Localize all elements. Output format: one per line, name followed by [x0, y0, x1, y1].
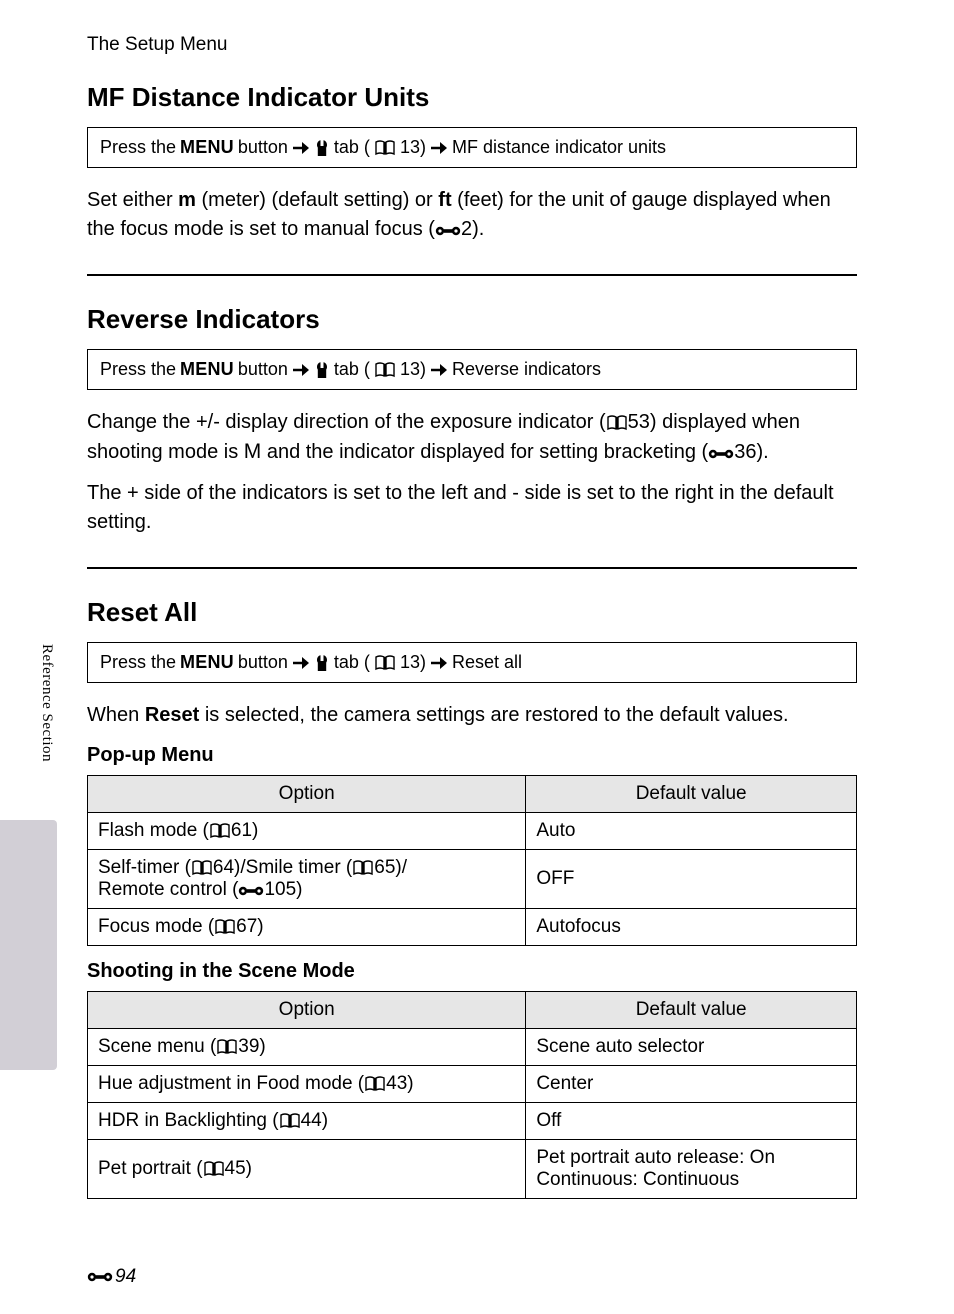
arrow-right-icon: [430, 363, 448, 377]
option-cell: HDR in Backlighting (44): [88, 1103, 526, 1140]
nav-final: MF distance indicator units: [452, 137, 666, 158]
nav-final: Reverse indicators: [452, 359, 601, 380]
section-divider: [87, 567, 857, 569]
wrench-icon: [314, 654, 330, 672]
value-cell: Autofocus: [526, 909, 857, 946]
nav-final: Reset all: [452, 652, 522, 673]
option-cell: Hue adjustment in Food mode (43): [88, 1066, 526, 1103]
table-row: Self-timer (64)/Smile timer (65)/Remote …: [88, 850, 857, 909]
nav-text: tab (: [334, 652, 370, 673]
table-subhead: Shooting in the Scene Mode: [87, 960, 857, 983]
option-cell: Focus mode (67): [88, 909, 526, 946]
nav-text: button: [238, 359, 288, 380]
table-row: Hue adjustment in Food mode (43)Center: [88, 1066, 857, 1103]
value-cell: Auto: [526, 813, 857, 850]
wrench-icon: [314, 361, 330, 379]
breadcrumb: Press the MENU button tab ( 13) MF distan…: [87, 127, 857, 168]
page-number: 94: [87, 1266, 136, 1288]
table-header: Default value: [526, 992, 857, 1029]
option-cell: Self-timer (64)/Smile timer (65)/Remote …: [88, 850, 526, 909]
nav-text: button: [238, 652, 288, 673]
nav-text: Press the: [100, 137, 176, 158]
wrench-icon: [314, 139, 330, 157]
menu-button-label: MENU: [180, 652, 234, 673]
nav-text: 13): [400, 359, 426, 380]
value-cell: OFF: [526, 850, 857, 909]
settings-table: OptionDefault valueScene menu (39)Scene …: [87, 991, 857, 1199]
section-title: Reverse Indicators: [87, 304, 857, 335]
book-icon: [279, 1113, 301, 1129]
body-paragraph: The + side of the indicators is set to t…: [87, 479, 857, 537]
arrow-right-icon: [292, 141, 310, 155]
arrow-right-icon: [292, 363, 310, 377]
value-cell: Scene auto selector: [526, 1029, 857, 1066]
table-header: Option: [88, 992, 526, 1029]
option-cell: Pet portrait (45): [88, 1140, 526, 1199]
book-icon: [214, 919, 236, 935]
section-title: MF Distance Indicator Units: [87, 82, 857, 113]
book-icon: [352, 860, 374, 876]
nav-text: Press the: [100, 652, 176, 673]
book-icon: [191, 860, 213, 876]
table-row: Pet portrait (45)Pet portrait auto relea…: [88, 1140, 857, 1199]
nav-text: Press the: [100, 359, 176, 380]
nav-text: tab (: [334, 137, 370, 158]
section: MF Distance Indicator Units Press the MEN…: [87, 82, 857, 244]
side-tab: [0, 820, 57, 1070]
menu-button-label: MENU: [180, 359, 234, 380]
book-icon: [209, 823, 231, 839]
settings-table: OptionDefault valueFlash mode (61)AutoSe…: [87, 775, 857, 946]
reference-section-icon: [708, 447, 734, 461]
page-number-value: 94: [115, 1266, 136, 1288]
nav-text: button: [238, 137, 288, 158]
table-row: HDR in Backlighting (44)Off: [88, 1103, 857, 1140]
book-icon: [364, 1076, 386, 1092]
body-paragraph: Change the +/- display direction of the …: [87, 408, 857, 467]
table-header: Option: [88, 776, 526, 813]
section-title: Reset All: [87, 597, 857, 628]
value-cell: Off: [526, 1103, 857, 1140]
reference-section-icon: [435, 224, 461, 238]
chapter-title: The Setup Menu: [87, 34, 227, 56]
table-row: Scene menu (39)Scene auto selector: [88, 1029, 857, 1066]
table-subhead: Pop-up Menu: [87, 744, 857, 767]
body-paragraph: Set either m (meter) (default setting) o…: [87, 186, 857, 244]
nav-text: tab (: [334, 359, 370, 380]
breadcrumb: Press the MENU button tab ( 13) Reset all: [87, 642, 857, 683]
nav-text: 13): [400, 652, 426, 673]
menu-button-label: MENU: [180, 137, 234, 158]
book-icon: [606, 415, 628, 431]
book-icon: [374, 362, 396, 378]
reference-section-icon: [238, 884, 264, 898]
value-cell: Center: [526, 1066, 857, 1103]
section-divider: [87, 274, 857, 276]
sidebar-section-label: Reference Section: [38, 644, 55, 762]
option-cell: Scene menu (39): [88, 1029, 526, 1066]
breadcrumb: Press the MENU button tab ( 13) Reverse i…: [87, 349, 857, 390]
book-icon: [374, 140, 396, 156]
table-row: Focus mode (67)Autofocus: [88, 909, 857, 946]
nav-text: 13): [400, 137, 426, 158]
arrow-right-icon: [430, 141, 448, 155]
value-cell: Pet portrait auto release: OnContinuous:…: [526, 1140, 857, 1199]
book-icon: [216, 1039, 238, 1055]
section: Reverse Indicators Press the MENU button …: [87, 304, 857, 537]
book-icon: [203, 1161, 225, 1177]
arrow-right-icon: [430, 656, 448, 670]
body-paragraph: When Reset is selected, the camera setti…: [87, 701, 857, 730]
arrow-right-icon: [292, 656, 310, 670]
table-row: Flash mode (61)Auto: [88, 813, 857, 850]
option-cell: Flash mode (61): [88, 813, 526, 850]
table-header: Default value: [526, 776, 857, 813]
reference-section-icon: [87, 1270, 113, 1284]
book-icon: [374, 655, 396, 671]
section: Reset All Press the MENU button tab ( 13) …: [87, 597, 857, 1199]
